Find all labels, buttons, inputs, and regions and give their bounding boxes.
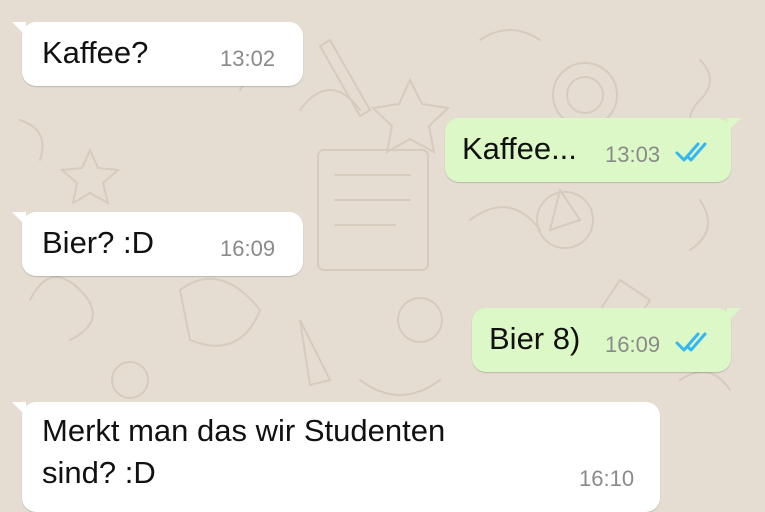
message-incoming[interactable]: Bier? :D 16:09 xyxy=(12,212,303,276)
message-time: 13:03 xyxy=(605,142,661,167)
message-text-line-2: sind? :D xyxy=(42,455,156,490)
message-text: Bier 8) xyxy=(489,321,581,356)
message-time: 16:09 xyxy=(605,332,661,357)
message-text-line-1: Merkt man das wir Studenten xyxy=(42,413,446,448)
message-text: Kaffee... xyxy=(462,131,577,166)
message-incoming[interactable]: Kaffee? 13:02 xyxy=(12,22,303,86)
message-time: 16:10 xyxy=(579,466,635,491)
bubble-tail xyxy=(12,212,26,226)
chat-conversation: Kaffee? 13:02 Kaffee... 13:03 Bier? :D 1… xyxy=(0,0,765,512)
bubble-tail xyxy=(727,118,741,132)
double-check-icon xyxy=(675,332,707,352)
message-text: Kaffee? xyxy=(42,35,149,70)
bubble-tail xyxy=(12,22,26,36)
message-outgoing[interactable]: Kaffee... 13:03 xyxy=(445,118,741,182)
double-check-icon xyxy=(675,142,707,162)
bubble-tail xyxy=(12,402,26,416)
bubble-tail xyxy=(727,308,741,322)
message-text: Bier? :D xyxy=(42,225,154,260)
message-incoming[interactable]: Merkt man das wir Studenten sind? :D 16:… xyxy=(12,402,660,512)
message-outgoing[interactable]: Bier 8) 16:09 xyxy=(472,308,741,372)
message-time: 16:09 xyxy=(220,236,276,261)
message-time: 13:02 xyxy=(220,46,276,71)
